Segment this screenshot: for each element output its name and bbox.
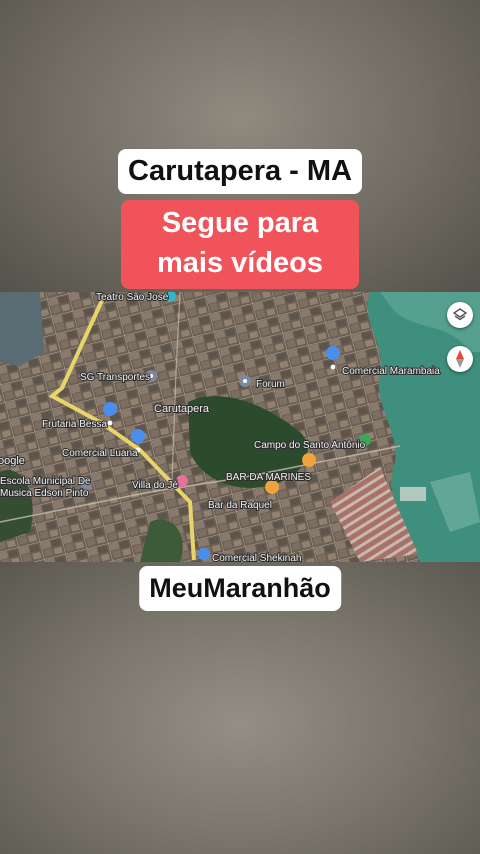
place-label: Comercial Shekinah <box>212 553 302 562</box>
place-label: Forum <box>256 379 285 390</box>
brand-caption: MeuMaranhão <box>139 566 341 611</box>
video-title-caption: Carutapera - MA <box>118 149 362 194</box>
layers-icon <box>452 308 468 321</box>
place-label: Musica Edson Pinto <box>0 488 89 499</box>
place-label: Frutaria Bessa <box>42 419 107 430</box>
satellite-map[interactable]: Teatro São José SG Transportes Forum Com… <box>0 292 480 562</box>
place-label: BAR DA MARINES <box>226 472 311 483</box>
place-label: Comercial Luana <box>62 448 138 459</box>
follow-cta-caption: Segue para mais vídeos <box>121 200 359 289</box>
place-label: Villa do Jé <box>132 480 178 491</box>
place-label: Comercial Marambaia <box>342 366 440 377</box>
place-pin-icon <box>239 375 251 387</box>
place-label: Campo do Santo Antônio <box>254 440 366 451</box>
place-label: SG Transportes <box>80 372 150 383</box>
river-area <box>0 292 44 366</box>
compass-button[interactable] <box>447 346 473 372</box>
place-label: Teatro São José <box>96 292 169 303</box>
place-label: Escola Municipal De <box>0 476 91 487</box>
google-watermark: oogle <box>0 455 25 467</box>
place-label: Bar da Raquel <box>208 500 272 511</box>
layers-button[interactable] <box>447 302 473 328</box>
shop-pin-icon <box>198 548 210 560</box>
compass-icon <box>456 350 464 368</box>
city-label: Carutapera <box>154 403 210 415</box>
map-canvas: Teatro São José SG Transportes Forum Com… <box>0 292 480 562</box>
